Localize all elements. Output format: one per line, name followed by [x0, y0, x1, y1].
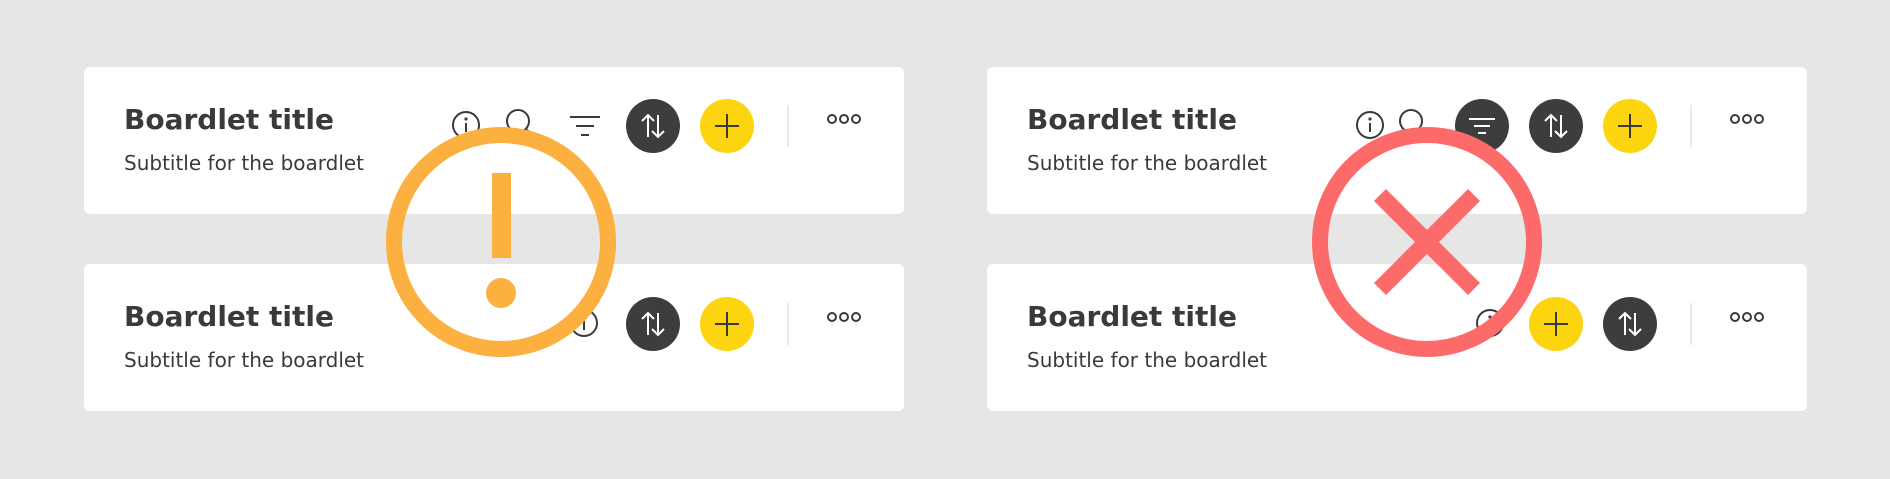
more-icon[interactable] — [1729, 309, 1765, 325]
divider — [787, 105, 789, 147]
boardlet-title: Boardlet title — [1027, 300, 1237, 333]
boardlet-subtitle: Subtitle for the boardlet — [1027, 348, 1268, 372]
boardlet-title: Boardlet title — [124, 103, 334, 136]
sort-button[interactable] — [1603, 297, 1657, 351]
add-icon — [1544, 312, 1568, 336]
sort-icon — [1618, 311, 1642, 337]
more-icon[interactable] — [826, 309, 862, 325]
sort-button[interactable] — [626, 297, 680, 351]
boardlet-subtitle: Subtitle for the boardlet — [124, 348, 365, 372]
sort-icon — [641, 113, 665, 139]
add-icon — [715, 312, 739, 336]
add-button[interactable] — [700, 99, 754, 153]
add-icon — [1618, 114, 1642, 138]
boardlet-title: Boardlet title — [124, 300, 334, 333]
divider — [1690, 303, 1692, 345]
sort-icon — [641, 311, 665, 337]
divider — [787, 303, 789, 345]
sort-icon — [1544, 113, 1568, 139]
add-icon — [715, 114, 739, 138]
boardlet-title: Boardlet title — [1027, 103, 1237, 136]
boardlet-subtitle: Subtitle for the boardlet — [1027, 151, 1268, 175]
divider — [1690, 105, 1692, 147]
add-button[interactable] — [700, 297, 754, 351]
more-icon[interactable] — [826, 111, 862, 127]
boardlet-subtitle: Subtitle for the boardlet — [124, 151, 365, 175]
more-icon[interactable] — [1729, 111, 1765, 127]
warning-icon — [385, 126, 617, 358]
add-button[interactable] — [1603, 99, 1657, 153]
sort-button[interactable] — [626, 99, 680, 153]
error-icon — [1311, 126, 1543, 358]
